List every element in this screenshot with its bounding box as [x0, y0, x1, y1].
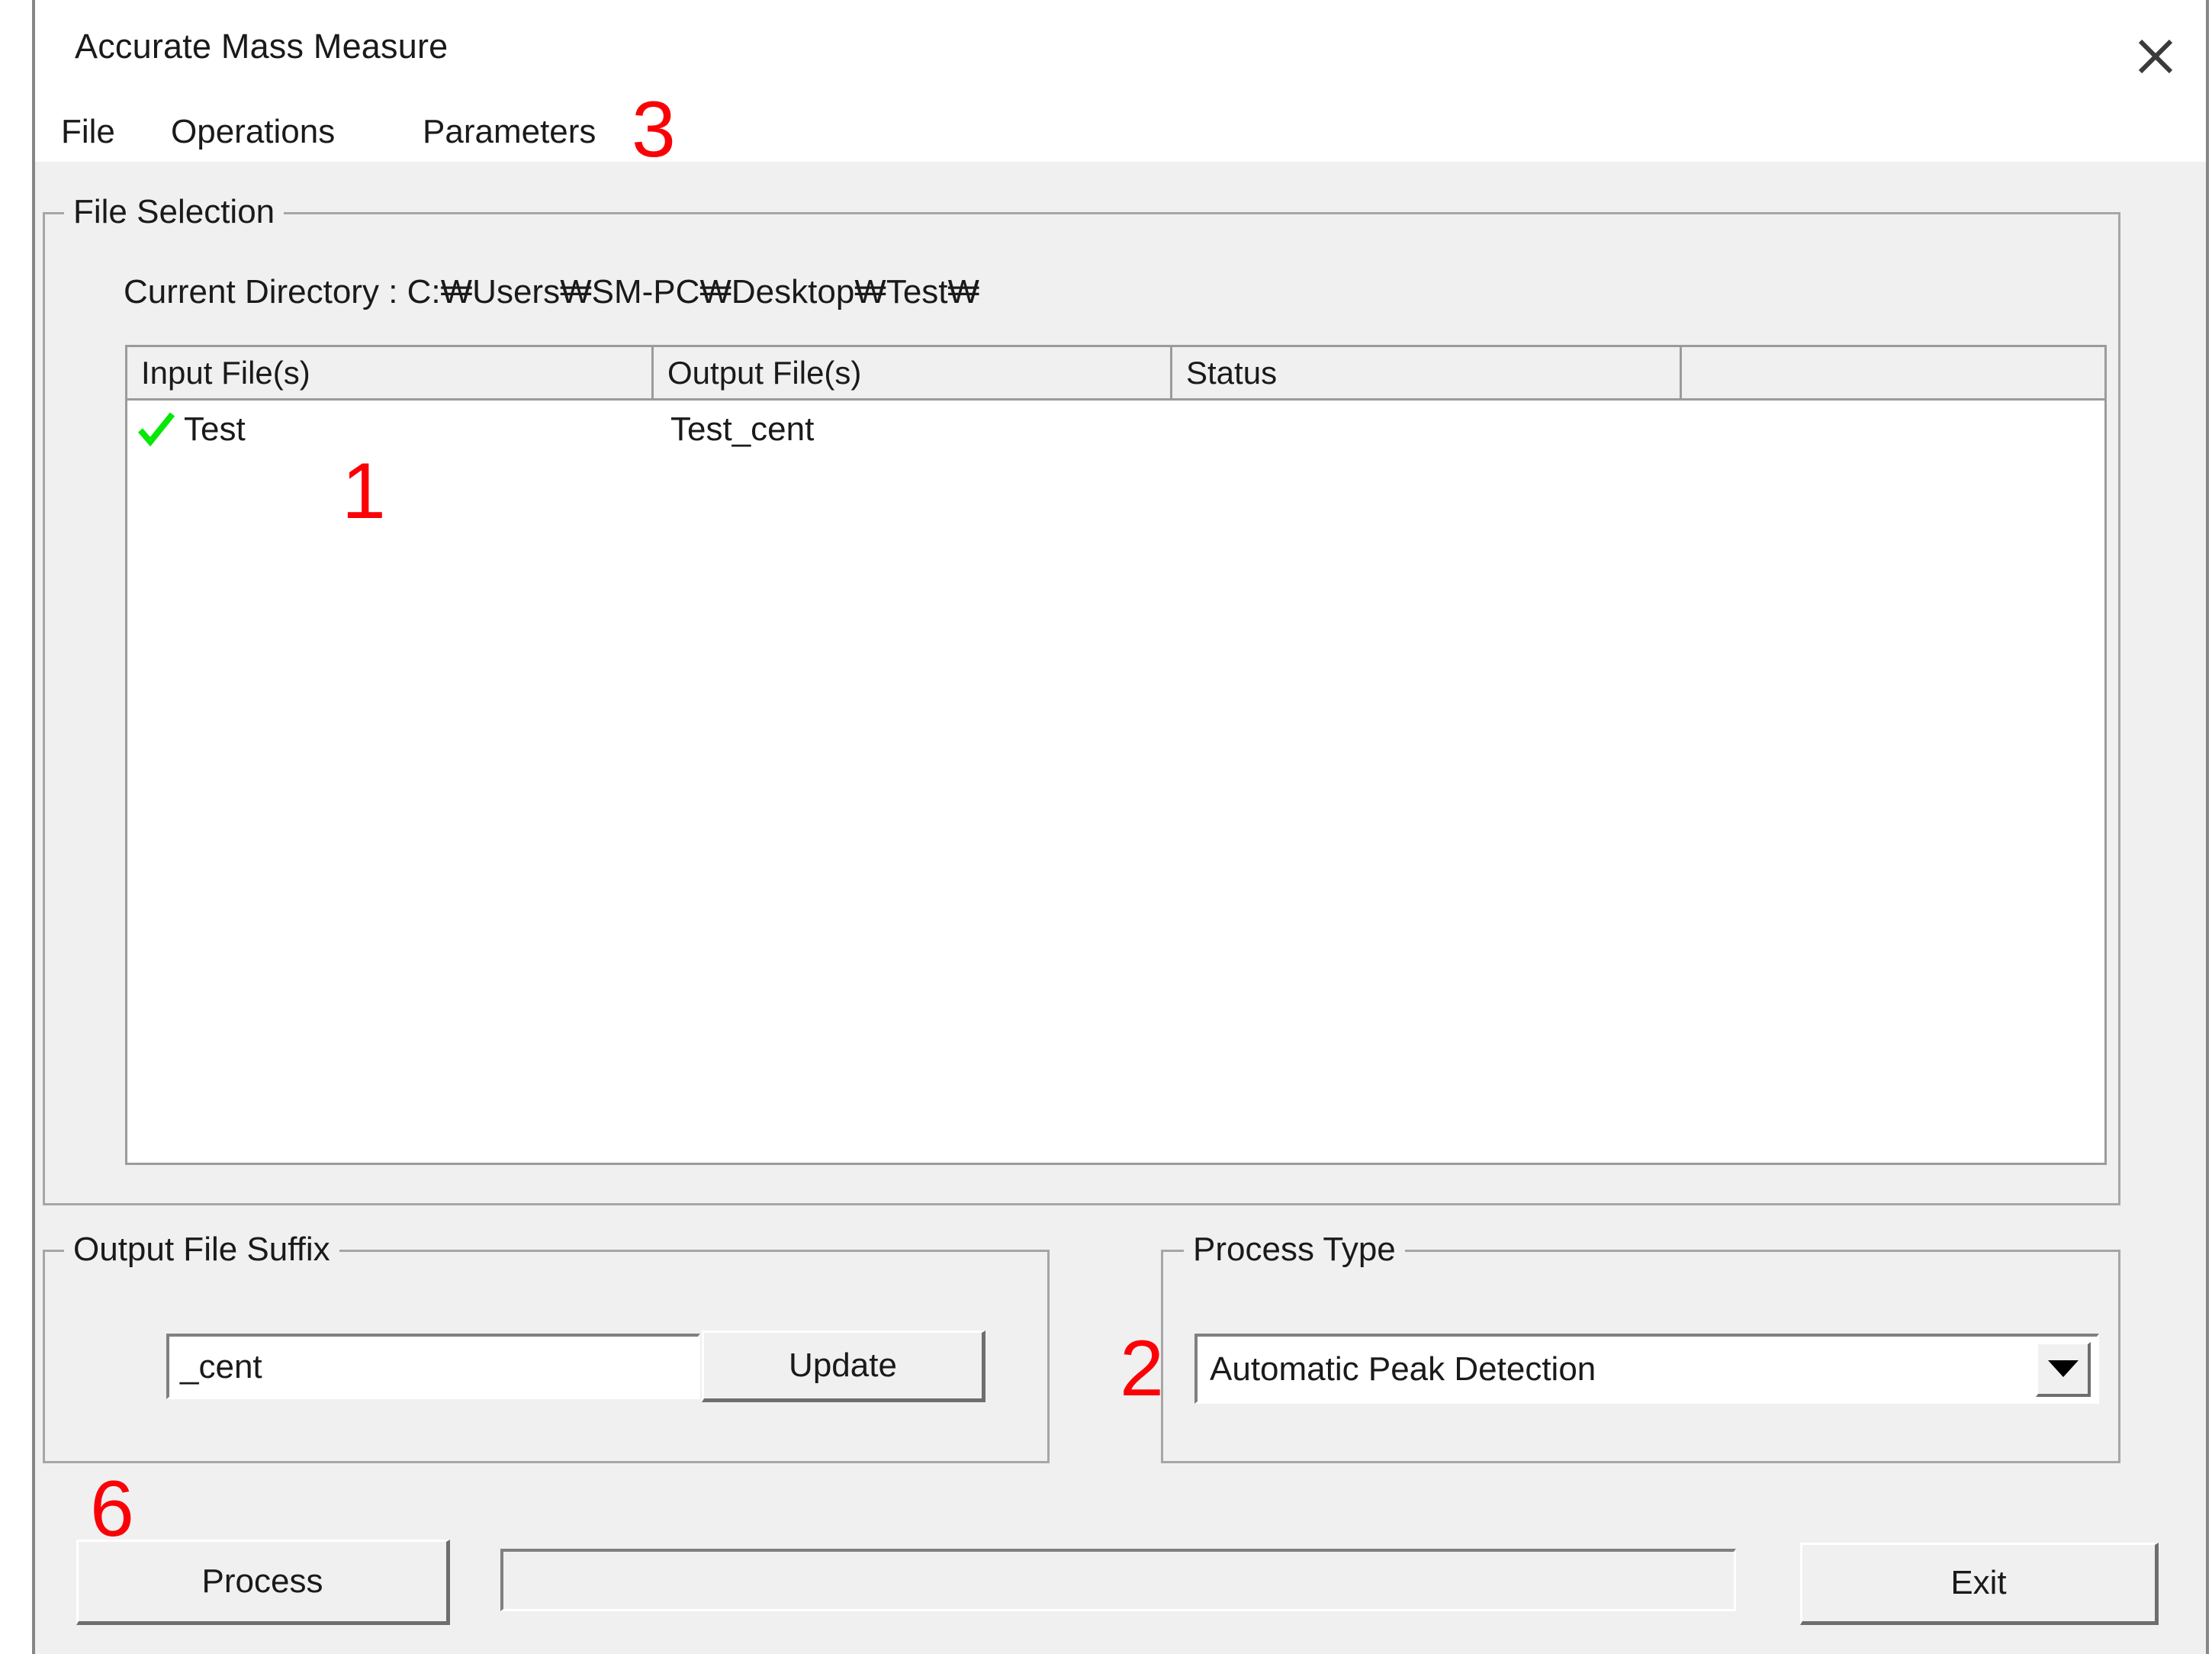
- update-button[interactable]: Update: [702, 1331, 985, 1402]
- menu-item-parameters[interactable]: Parameters: [423, 113, 596, 151]
- column-header-status[interactable]: Status: [1172, 347, 1682, 398]
- process-type-selected-value: Automatic Peak Detection: [1210, 1350, 1596, 1388]
- table-header-row: Input File(s) Output File(s) Status: [127, 347, 2104, 401]
- cell-input-file-text: Test: [184, 410, 246, 448]
- menu-bar: File Operations Parameters: [35, 107, 2206, 162]
- menu-item-operations[interactable]: Operations: [171, 113, 335, 151]
- output-file-suffix-legend: Output File Suffix: [64, 1233, 339, 1266]
- window-title: Accurate Mass Measure: [75, 27, 449, 66]
- progress-bar: [500, 1549, 1736, 1611]
- column-header-output-files[interactable]: Output File(s): [654, 347, 1172, 398]
- annotation-step-3: 3: [632, 85, 676, 174]
- cell-input-file: Test: [127, 410, 654, 449]
- green-check-icon: [137, 410, 176, 449]
- process-type-legend: Process Type: [1184, 1233, 1405, 1266]
- window-border-right: [2206, 0, 2209, 1654]
- column-header-extra[interactable]: [1682, 347, 2104, 398]
- table-row[interactable]: Test Test_cent: [127, 401, 2104, 459]
- caret-glyph: [2047, 1360, 2079, 1377]
- menu-item-file[interactable]: File: [61, 113, 115, 151]
- current-directory-label: Current Directory : C:₩Users₩SM-PC₩Deskt…: [124, 273, 980, 311]
- close-icon[interactable]: [2120, 21, 2191, 92]
- annotation-step-6: 6: [90, 1465, 134, 1553]
- column-header-input-files[interactable]: Input File(s): [127, 347, 654, 398]
- chevron-down-icon[interactable]: [2036, 1341, 2091, 1397]
- annotation-step-1: 1: [342, 447, 386, 536]
- application-window: Accurate Mass Measure File Operations Pa…: [0, 0, 2212, 1654]
- table-body: Test Test_cent: [127, 401, 2104, 1163]
- file-list-table[interactable]: Input File(s) Output File(s) Status Test…: [125, 345, 2107, 1165]
- file-selection-legend: File Selection: [64, 195, 285, 229]
- suffix-input[interactable]: _cent: [166, 1334, 700, 1399]
- cell-output-file: Test_cent: [670, 410, 815, 448]
- annotation-step-2: 2: [1120, 1324, 1164, 1413]
- process-type-select[interactable]: Automatic Peak Detection: [1194, 1334, 2099, 1404]
- exit-button[interactable]: Exit: [1800, 1543, 2159, 1625]
- title-bar: Accurate Mass Measure: [35, 0, 2206, 107]
